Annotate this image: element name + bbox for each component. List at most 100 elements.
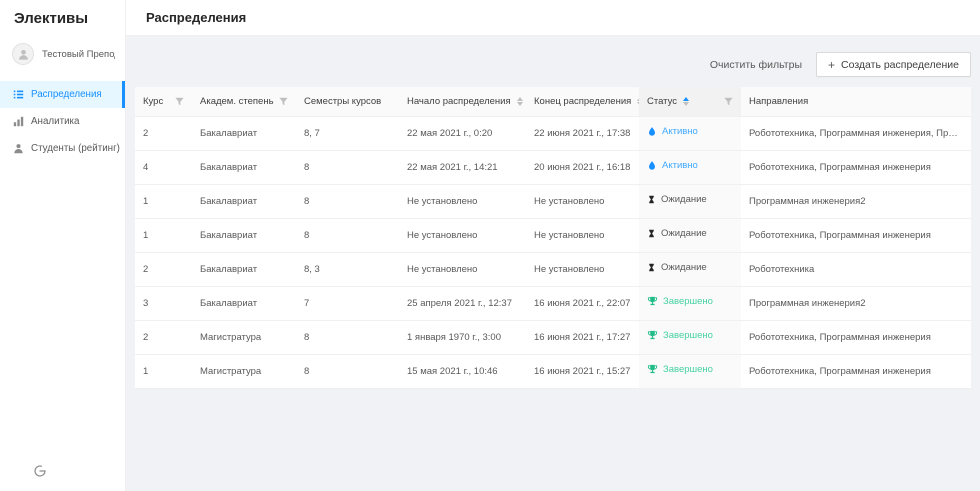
plus-icon: +	[828, 59, 835, 71]
cell-degree: Магистратура	[192, 320, 296, 354]
table-row[interactable]: 1 Магистратура 8 15 мая 2021 г., 10:46 1…	[135, 354, 971, 388]
app-root: Элективы Тестовый Препод. Распределения	[0, 0, 980, 491]
cell-degree: Бакалавриат	[192, 286, 296, 320]
sidebar-menu: Распределения Аналитика Студенты (рейтин…	[0, 81, 125, 162]
cell-end: 16 июня 2021 г., 22:07	[526, 286, 639, 320]
user-name: Тестовый Препод.	[42, 49, 115, 60]
status-badge: Завершено	[663, 364, 713, 375]
cell-degree: Бакалавриат	[192, 218, 296, 252]
cell-end: 20 июня 2021 г., 16:18	[526, 150, 639, 184]
cell-course: 1	[135, 354, 192, 388]
cell-course: 1	[135, 218, 192, 252]
sort-icon[interactable]	[637, 97, 639, 106]
cell-directions: Робототехника, Программная инженерия	[741, 218, 971, 252]
cell-directions: Робототехника	[741, 252, 971, 286]
logout-button[interactable]	[32, 464, 48, 480]
table-row[interactable]: 3 Бакалавриат 7 25 апреля 2021 г., 12:37…	[135, 286, 971, 320]
hourglass-icon	[647, 262, 656, 273]
cell-start: 22 мая 2021 г., 14:21	[399, 150, 526, 184]
sidebar-item-distributions[interactable]: Распределения	[0, 81, 125, 108]
trophy-icon	[647, 364, 658, 375]
main-area: Распределения Очистить фильтры + Создать…	[126, 0, 980, 491]
cell-course: 3	[135, 286, 192, 320]
table-row[interactable]: 2 Магистратура 8 1 января 1970 г., 3:00 …	[135, 320, 971, 354]
cell-status: Завершено	[639, 286, 741, 320]
cell-status: Завершено	[639, 354, 741, 388]
sidebar-item-label: Распределения	[31, 89, 102, 100]
sidebar-item-students[interactable]: Студенты (рейтинг)	[0, 135, 125, 162]
sidebar-item-label: Студенты (рейтинг)	[31, 143, 120, 154]
content-area: Очистить фильтры + Создать распределение	[126, 36, 980, 491]
table-row[interactable]: 1 Бакалавриат 8 Не установлено Не устано…	[135, 184, 971, 218]
table-row[interactable]: 4 Бакалавриат 8 22 мая 2021 г., 14:21 20…	[135, 150, 971, 184]
column-header-semesters: Семестры курсов	[296, 87, 399, 116]
cell-semesters: 8, 7	[296, 116, 399, 150]
power-icon	[33, 464, 47, 478]
cell-course: 1	[135, 184, 192, 218]
trophy-icon	[647, 330, 658, 341]
table-row[interactable]: 2 Бакалавриат 8, 3 Не установлено Не уст…	[135, 252, 971, 286]
cell-course: 2	[135, 320, 192, 354]
table-row[interactable]: 2 Бакалавриат 8, 7 22 мая 2021 г., 0:20 …	[135, 116, 971, 150]
cell-start: 15 мая 2021 г., 10:46	[399, 354, 526, 388]
cell-start: 1 января 1970 г., 3:00	[399, 320, 526, 354]
sidebar-item-analytics[interactable]: Аналитика	[0, 108, 125, 135]
page-header: Распределения	[126, 0, 980, 36]
sidebar: Элективы Тестовый Препод. Распределения	[0, 0, 126, 491]
cell-degree: Магистратура	[192, 354, 296, 388]
table-header-row: Курс Академ. степень	[135, 87, 971, 116]
column-header-directions: Направления	[741, 87, 971, 116]
cell-degree: Бакалавриат	[192, 184, 296, 218]
status-badge: Активно	[662, 160, 698, 171]
clear-filters-link[interactable]: Очистить фильтры	[710, 59, 802, 71]
status-badge: Активно	[662, 126, 698, 137]
sort-icon[interactable]	[517, 97, 523, 106]
cell-status: Ожидание	[639, 252, 741, 286]
cell-status: Ожидание	[639, 184, 741, 218]
sort-icon-active[interactable]	[683, 97, 689, 106]
cell-start: 22 мая 2021 г., 0:20	[399, 116, 526, 150]
cell-semesters: 8	[296, 184, 399, 218]
cell-degree: Бакалавриат	[192, 252, 296, 286]
filter-icon[interactable]	[279, 97, 288, 106]
cell-status: Активно	[639, 150, 741, 184]
cell-end: Не установлено	[526, 252, 639, 286]
table-row[interactable]: 1 Бакалавриат 8 Не установлено Не устано…	[135, 218, 971, 252]
cell-status: Завершено	[639, 320, 741, 354]
cell-status: Активно	[639, 116, 741, 150]
sidebar-item-label: Аналитика	[31, 116, 80, 127]
cell-semesters: 8	[296, 218, 399, 252]
bar-chart-icon	[13, 116, 24, 127]
cell-semesters: 8, 3	[296, 252, 399, 286]
cell-status: Ожидание	[639, 218, 741, 252]
cell-directions: Робототехника, Программная инженерия	[741, 320, 971, 354]
filter-icon[interactable]	[724, 97, 733, 106]
toolbar: Очистить фильтры + Создать распределение	[135, 52, 971, 77]
cell-semesters: 8	[296, 150, 399, 184]
cell-end: 16 июня 2021 г., 17:27	[526, 320, 639, 354]
cell-end: Не установлено	[526, 218, 639, 252]
cell-degree: Бакалавриат	[192, 116, 296, 150]
create-distribution-button[interactable]: + Создать распределение	[816, 52, 971, 77]
cell-directions: Программная инженерия2	[741, 184, 971, 218]
cell-course: 2	[135, 252, 192, 286]
avatar	[12, 43, 34, 65]
cell-semesters: 7	[296, 286, 399, 320]
filter-icon[interactable]	[175, 97, 184, 106]
status-badge: Завершено	[663, 296, 713, 307]
user-icon	[17, 48, 30, 61]
cell-start: Не установлено	[399, 184, 526, 218]
cell-end: 22 июня 2021 г., 17:38	[526, 116, 639, 150]
app-title: Элективы	[0, 0, 125, 39]
list-icon	[13, 89, 24, 100]
cell-directions: Робототехника, Программная инженерия	[741, 354, 971, 388]
students-icon	[13, 143, 24, 154]
column-header-end: Конец распределения	[526, 87, 639, 116]
hourglass-icon	[647, 228, 656, 239]
column-header-start: Начало распределения	[399, 87, 526, 116]
status-badge: Завершено	[663, 330, 713, 341]
column-header-degree: Академ. степень	[192, 87, 296, 116]
cell-course: 4	[135, 150, 192, 184]
cell-start: 25 апреля 2021 г., 12:37	[399, 286, 526, 320]
distributions-table: Курс Академ. степень	[135, 87, 971, 389]
